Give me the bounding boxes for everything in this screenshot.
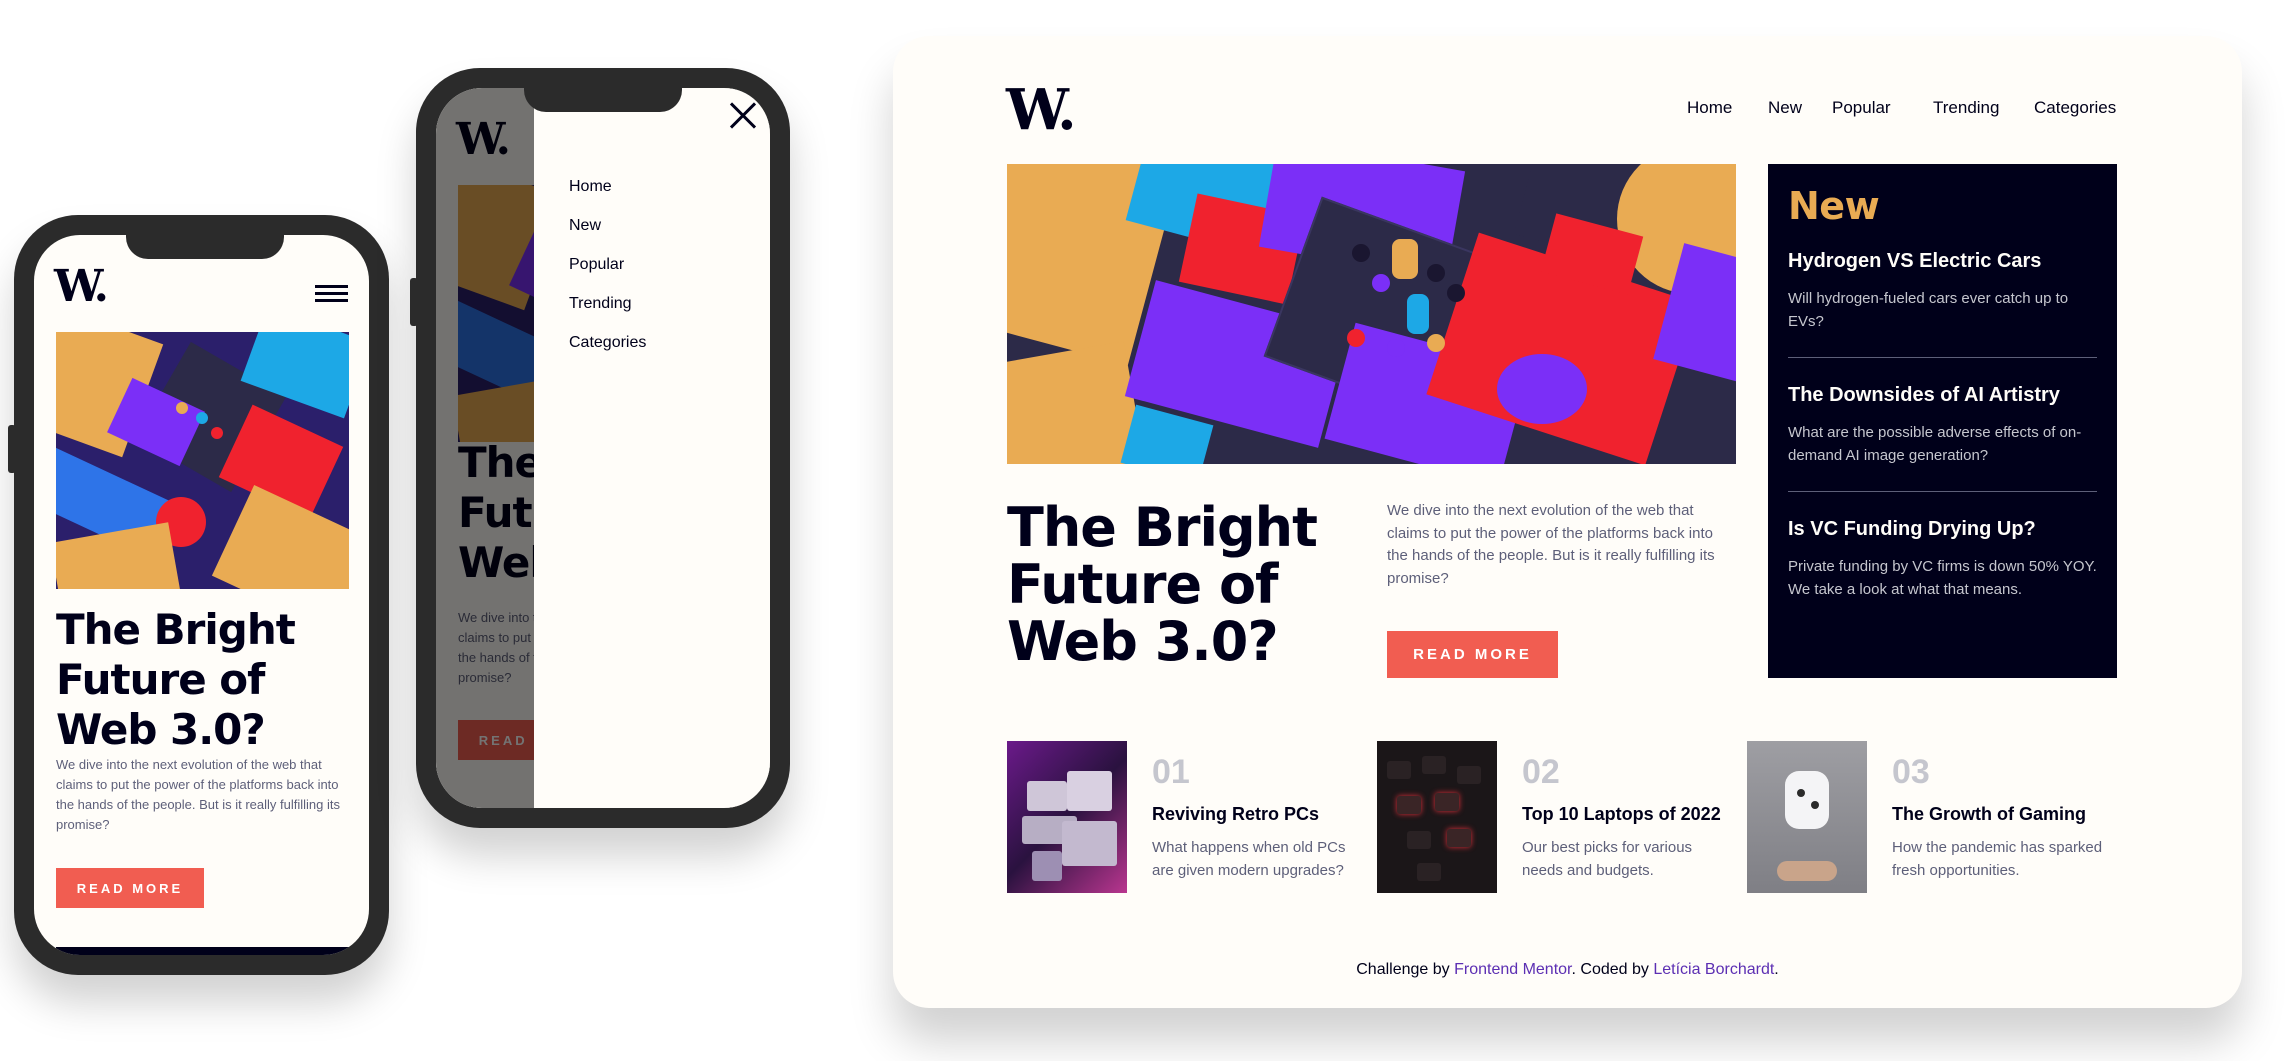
new-article-item[interactable]: Hydrogen VS Electric Cars Will hydrogen-… [1788, 228, 2097, 358]
nav-trending[interactable]: Trending [1933, 98, 1999, 118]
article-number: 02 [1522, 753, 1560, 791]
menu-drawer: Home New Popular Trending Categories [534, 88, 770, 808]
desktop-page: W. Home New Popular Trending Categories [893, 36, 2242, 1008]
logo-dot: . [93, 261, 109, 312]
hero-title-line: Future of [56, 655, 265, 704]
article-title[interactable]: Reviving Retro PCs [1152, 804, 1319, 825]
author-link[interactable]: Letícia Borchardt [1653, 961, 1774, 978]
logo-letter: W [1006, 77, 1060, 143]
article-desc: Our best picks for various needs and bud… [1522, 839, 1693, 879]
hero-image [1007, 164, 1736, 464]
menu-item-home[interactable]: Home [569, 178, 646, 217]
laptops-thumbnail [1377, 741, 1497, 893]
hero-title-line: Web 3.0? [56, 705, 266, 754]
mobile-screen: W. The Bright Future of Web 3.0? We dive… [34, 235, 369, 955]
new-article-title[interactable]: Hydrogen VS Electric Cars [1788, 250, 2097, 273]
new-article-desc: What are the possible adverse effects of… [1788, 424, 2082, 464]
menu-item-categories[interactable]: Categories [569, 334, 646, 373]
retro-pcs-thumbnail [1007, 741, 1127, 893]
article-card[interactable]: 01 Reviving Retro PCs What happens when … [1007, 741, 1357, 893]
logo-dot: . [1057, 77, 1076, 143]
hero-title-line: The Bright [56, 605, 296, 654]
new-article-desc: Private funding by VC firms is down 50% … [1788, 558, 2097, 598]
frontend-mentor-link[interactable]: Frontend Mentor [1454, 961, 1571, 978]
logo[interactable]: W. [1006, 82, 1077, 138]
menu-list: Home New Popular Trending Categories [569, 178, 646, 373]
menu-item-new[interactable]: New [569, 217, 646, 256]
hamburger-icon[interactable] [315, 285, 348, 302]
phone-side-button [410, 278, 418, 326]
close-icon[interactable] [729, 102, 757, 129]
nav-home[interactable]: Home [1687, 98, 1732, 118]
hero-title: The Bright Future of Web 3.0? [1007, 499, 1347, 670]
hero-title: The Bright Future of Web 3.0? [56, 605, 356, 755]
new-article-desc: Will hydrogen-fueled cars ever catch up … [1788, 290, 2069, 330]
new-article-item[interactable]: The Downsides of AI Artistry What are th… [1788, 358, 2097, 492]
logo[interactable]: W. [54, 265, 109, 309]
nav-new[interactable]: New [1768, 98, 1802, 118]
mobile-phone-frame: W. The Bright Future of Web 3.0? We dive… [8, 215, 389, 975]
mobile-menu-phone-frame: W. The Bright Future of Web 3.0? We dive… [410, 68, 790, 828]
menu-item-trending[interactable]: Trending [569, 295, 646, 334]
article-desc: What happens when old PCs are given mode… [1152, 839, 1346, 879]
new-articles-panel: New Hydrogen VS Electric Cars Will hydro… [1768, 164, 2117, 678]
phone-notch [126, 235, 284, 259]
mobile-menu-screen: W. The Bright Future of Web 3.0? We dive… [436, 88, 770, 808]
nav-categories[interactable]: Categories [2034, 98, 2116, 118]
article-number: 01 [1152, 753, 1190, 791]
new-heading: New [1788, 184, 1880, 228]
read-more-button[interactable]: READ MORE [56, 868, 204, 908]
hero-description: We dive into the next evolution of the w… [1387, 502, 1715, 587]
article-card[interactable]: 03 The Growth of Gaming How the pandemic… [1747, 741, 2117, 893]
hero-title-line: Web 3.0? [1007, 610, 1279, 673]
article-desc: How the pandemic has sparked fresh oppor… [1892, 839, 2103, 879]
hero-description: We dive into the next evolution of the w… [56, 757, 340, 832]
new-section-peek [56, 947, 349, 955]
new-article-title[interactable]: The Downsides of AI Artistry [1788, 384, 2097, 407]
article-title[interactable]: Top 10 Laptops of 2022 [1522, 804, 1721, 825]
phone-notch [524, 88, 682, 112]
footer-suffix: . [1774, 961, 1779, 978]
new-article-item[interactable]: Is VC Funding Drying Up? Private funding… [1788, 492, 2097, 625]
footer-prefix: Challenge by [1356, 961, 1455, 978]
article-title[interactable]: The Growth of Gaming [1892, 804, 2086, 825]
hero-title-line: The Bright [1007, 496, 1318, 559]
read-more-button[interactable]: READ MORE [1387, 631, 1558, 678]
showcase-stage: W. The Bright Future of Web 3.0? We dive… [0, 0, 2291, 1061]
logo-letter: W [54, 261, 97, 312]
hero-title-line: Future of [1007, 553, 1279, 616]
phone-side-button [8, 425, 16, 473]
article-number: 03 [1892, 753, 1930, 791]
hero-image [56, 332, 349, 589]
nav-popular[interactable]: Popular [1832, 98, 1891, 118]
article-card[interactable]: 02 Top 10 Laptops of 2022 Our best picks… [1377, 741, 1727, 893]
attribution-footer: Challenge by Frontend Mentor. Coded by L… [893, 961, 2242, 979]
footer-middle: . Coded by [1571, 961, 1654, 978]
gaming-thumbnail [1747, 741, 1867, 893]
menu-item-popular[interactable]: Popular [569, 256, 646, 295]
new-article-title[interactable]: Is VC Funding Drying Up? [1788, 518, 2097, 541]
